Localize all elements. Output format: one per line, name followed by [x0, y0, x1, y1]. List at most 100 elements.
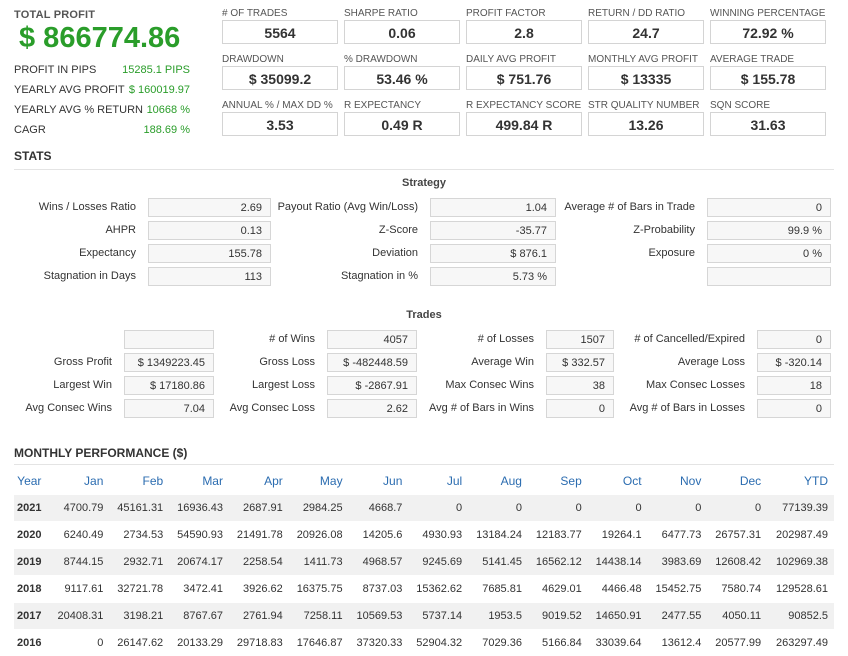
- stat-label: # of Cancelled/Expired: [614, 333, 745, 345]
- stat-value: 1507: [546, 330, 614, 349]
- table-cell: 4629.01: [528, 576, 588, 603]
- column-header[interactable]: Aug: [468, 468, 528, 495]
- metric-label: R EXPECTANCY: [344, 100, 421, 111]
- column-header[interactable]: YTD: [767, 468, 834, 495]
- table-cell: 2761.94: [229, 603, 289, 630]
- stat-value: 1.04: [430, 198, 556, 217]
- table-cell: 29718.83: [229, 630, 289, 656]
- table-cell: 14650.91: [588, 603, 648, 630]
- metric-label: % DRAWDOWN: [344, 54, 418, 65]
- column-header[interactable]: Sep: [528, 468, 588, 495]
- stat-label: Avg Consec Loss: [214, 402, 315, 414]
- stat-label: Exposure: [558, 247, 695, 259]
- column-header[interactable]: Dec: [707, 468, 767, 495]
- metric-label: DAILY AVG PROFIT: [466, 54, 556, 65]
- stat-label: # of Wins: [214, 333, 315, 345]
- table-cell: 4050.11: [707, 603, 767, 630]
- stat-value: $ 1349223.45: [124, 353, 214, 372]
- column-header[interactable]: Feb: [109, 468, 169, 495]
- stat-value: $ -482448.59: [327, 353, 417, 372]
- metric-label: ANNUAL % / MAX DD %: [222, 100, 333, 111]
- table-cell: 3472.41: [169, 576, 229, 603]
- metric-value: 31.63: [710, 112, 826, 136]
- metric-label: MONTHLY AVG PROFIT: [588, 54, 698, 65]
- table-cell: 2258.54: [229, 549, 289, 576]
- table-cell: 0: [707, 495, 767, 522]
- monthly-title: MONTHLY PERFORMANCE ($): [14, 446, 187, 460]
- table-cell: 4700.79: [50, 495, 110, 522]
- column-header[interactable]: Oct: [588, 468, 648, 495]
- metric-label: STR QUALITY NUMBER: [588, 100, 700, 111]
- table-cell: 12608.42: [707, 549, 767, 576]
- table-cell: 37320.33: [349, 630, 409, 656]
- table-cell: 10569.53: [349, 603, 409, 630]
- column-header[interactable]: Mar: [169, 468, 229, 495]
- table-cell: 2734.53: [109, 522, 169, 549]
- column-header[interactable]: Jan: [50, 468, 110, 495]
- table-cell: 20133.29: [169, 630, 229, 656]
- stat-label: Z-Probability: [558, 224, 695, 236]
- metric-value: $ 13335: [588, 66, 704, 90]
- column-header[interactable]: Nov: [648, 468, 708, 495]
- summary-value: 188.69 %: [144, 124, 190, 136]
- stat-value: $ -320.14: [757, 353, 831, 372]
- metric-value: $ 751.76: [466, 66, 582, 90]
- table-cell: 33039.64: [588, 630, 648, 656]
- table-cell: 1411.73: [289, 549, 349, 576]
- metric-value: 13.26: [588, 112, 704, 136]
- strategy-title: Strategy: [14, 177, 834, 189]
- metric-label: WINNING PERCENTAGE: [710, 8, 825, 19]
- table-cell: 90852.5: [767, 603, 834, 630]
- stat-value: 113: [148, 267, 271, 286]
- table-cell: 3198.21: [109, 603, 169, 630]
- stat-label: Avg Consec Wins: [14, 402, 112, 414]
- table-row: 201720408.313198.218767.672761.947258.11…: [14, 603, 834, 630]
- table-cell: 77139.39: [767, 495, 834, 522]
- table-cell: 1953.5: [468, 603, 528, 630]
- table-cell: 16562.12: [528, 549, 588, 576]
- table-cell: 9019.52: [528, 603, 588, 630]
- monthly-performance-table: YearJanFebMarAprMayJunJulAugSepOctNovDec…: [14, 468, 834, 656]
- stat-value: 0 %: [707, 244, 831, 263]
- stat-value: 38: [546, 376, 614, 395]
- trades-title: Trades: [14, 309, 834, 321]
- table-cell: 13184.24: [468, 522, 528, 549]
- stat-label: Max Consec Losses: [614, 379, 745, 391]
- column-header[interactable]: Year: [14, 468, 50, 495]
- table-cell: 9245.69: [408, 549, 468, 576]
- table-cell: 7685.81: [468, 576, 528, 603]
- table-cell: 45161.31: [109, 495, 169, 522]
- table-cell: 20674.17: [169, 549, 229, 576]
- table-row: 20189117.6132721.783472.413926.6216375.7…: [14, 576, 834, 603]
- column-header[interactable]: Jun: [349, 468, 409, 495]
- table-cell: 2984.25: [289, 495, 349, 522]
- table-cell: 16936.43: [169, 495, 229, 522]
- total-profit-value: $ 866774.86: [19, 22, 180, 55]
- table-cell: 26757.31: [707, 522, 767, 549]
- stat-label: Largest Win: [14, 379, 112, 391]
- table-cell: 0: [588, 495, 648, 522]
- column-header[interactable]: May: [289, 468, 349, 495]
- table-cell: 8737.03: [349, 576, 409, 603]
- stat-label: Largest Loss: [214, 379, 315, 391]
- table-cell: 20926.08: [289, 522, 349, 549]
- table-cell: 32721.78: [109, 576, 169, 603]
- table-cell: 7258.11: [289, 603, 349, 630]
- metric-label: SHARPE RATIO: [344, 8, 418, 19]
- table-cell: 15452.75: [648, 576, 708, 603]
- table-cell: 14205.6: [349, 522, 409, 549]
- table-cell: 2016: [14, 630, 50, 656]
- table-cell: 2018: [14, 576, 50, 603]
- column-header[interactable]: Jul: [408, 468, 468, 495]
- summary-label: YEARLY AVG % RETURN: [14, 104, 143, 116]
- column-header[interactable]: Apr: [229, 468, 289, 495]
- summary-value: 15285.1 PIPS: [122, 64, 190, 76]
- table-cell: 6477.73: [648, 522, 708, 549]
- stat-label: Payout Ratio (Avg Win/Loss): [272, 201, 418, 213]
- table-cell: 14438.14: [588, 549, 648, 576]
- table-cell: 129528.61: [767, 576, 834, 603]
- table-cell: 2019: [14, 549, 50, 576]
- table-cell: 9117.61: [50, 576, 110, 603]
- metric-value: 0.49 R: [344, 112, 460, 136]
- stat-value: $ 332.57: [546, 353, 614, 372]
